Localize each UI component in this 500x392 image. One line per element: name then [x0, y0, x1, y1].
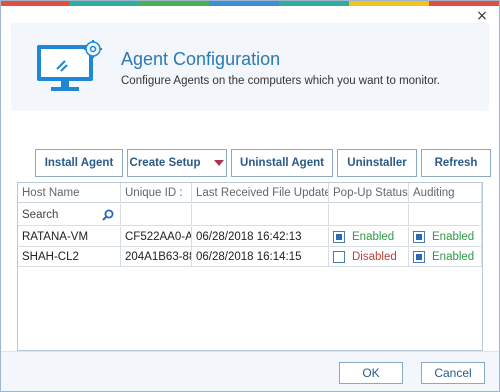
uninstall-agent-button[interactable]: Uninstall Agent	[231, 149, 333, 177]
column-header-auditing[interactable]: Auditing	[409, 183, 482, 203]
install-agent-button[interactable]: Install Agent	[35, 149, 123, 177]
dialog-footer: OK Cancel	[1, 351, 499, 391]
host-name-cell: RATANA-VM	[18, 227, 121, 247]
filter-cell[interactable]	[329, 204, 409, 226]
search-field[interactable]: Search	[18, 204, 121, 226]
stripe-segment	[139, 1, 209, 6]
refresh-button[interactable]: Refresh	[421, 149, 491, 177]
popup-status-label: Disabled	[352, 250, 397, 263]
grid-filter-row: Search	[18, 204, 482, 226]
dialog-title: Agent Configuration	[121, 49, 281, 69]
last-update-cell: 06/28/2018 16:42:13	[192, 227, 329, 247]
agents-grid: Host Name Unique ID : Last Received File…	[17, 182, 483, 351]
column-header-host-name[interactable]: Host Name	[18, 183, 121, 203]
cancel-button[interactable]: Cancel	[421, 362, 485, 384]
search-input[interactable]: Search	[22, 209, 58, 221]
create-setup-button[interactable]: Create Setup	[127, 149, 227, 177]
uninstaller-button[interactable]: Uninstaller	[337, 149, 417, 177]
auditing-checkbox[interactable]	[413, 230, 425, 243]
table-row[interactable]: RATANA-VM CF522AA0-A6 06/28/2018 16:42:1…	[18, 227, 482, 247]
popup-status-checkbox[interactable]	[333, 250, 345, 263]
dialog-subtitle: Configure Agents on the computers which …	[121, 75, 440, 87]
host-name-cell: SHAH-CL2	[18, 247, 121, 267]
auditing-checkbox[interactable]	[413, 250, 425, 263]
monitor-gear-icon	[37, 40, 102, 91]
filter-cell[interactable]	[121, 204, 192, 226]
filter-cell[interactable]	[192, 204, 329, 226]
popup-status-label: Enabled	[352, 230, 395, 243]
stripe-segment	[349, 1, 429, 6]
agent-configuration-dialog: × Agent Configuration Configure Agents o…	[0, 0, 500, 392]
color-stripe	[1, 1, 499, 6]
auditing-label: Enabled	[432, 230, 475, 243]
stripe-segment	[429, 1, 499, 6]
toolbar: Install Agent Create Setup Uninstall Age…	[35, 149, 491, 177]
filter-cell[interactable]	[409, 204, 482, 226]
unique-id-cell: 204A1B63-88	[121, 247, 192, 267]
stripe-segment	[279, 1, 349, 6]
stripe-segment	[1, 1, 69, 6]
auditing-cell: Enabled	[409, 227, 482, 247]
stripe-segment	[69, 1, 139, 6]
ok-button[interactable]: OK	[339, 362, 403, 384]
stripe-segment	[209, 1, 279, 6]
auditing-cell: Enabled	[409, 247, 482, 267]
dialog-header: Agent Configuration Configure Agents on …	[11, 23, 489, 111]
column-header-last-update[interactable]: Last Received File Update	[192, 183, 329, 203]
auditing-label: Enabled	[432, 250, 475, 263]
grid-header-row: Host Name Unique ID : Last Received File…	[18, 183, 482, 203]
popup-status-checkbox[interactable]	[333, 230, 345, 243]
last-update-cell: 06/28/2018 16:14:15	[192, 247, 329, 267]
chevron-down-icon[interactable]	[214, 160, 225, 166]
unique-id-cell: CF522AA0-A6	[121, 227, 192, 247]
column-header-unique-id[interactable]: Unique ID :	[121, 183, 192, 203]
column-header-popup-status[interactable]: Pop-Up Status	[329, 183, 409, 203]
popup-status-cell: Enabled	[329, 227, 409, 247]
table-row[interactable]: SHAH-CL2 204A1B63-88 06/28/2018 16:14:15…	[18, 247, 482, 267]
create-setup-label: Create Setup	[129, 157, 201, 169]
close-button[interactable]: ×	[475, 9, 489, 23]
search-icon[interactable]	[102, 209, 114, 221]
popup-status-cell: Disabled	[329, 247, 409, 267]
